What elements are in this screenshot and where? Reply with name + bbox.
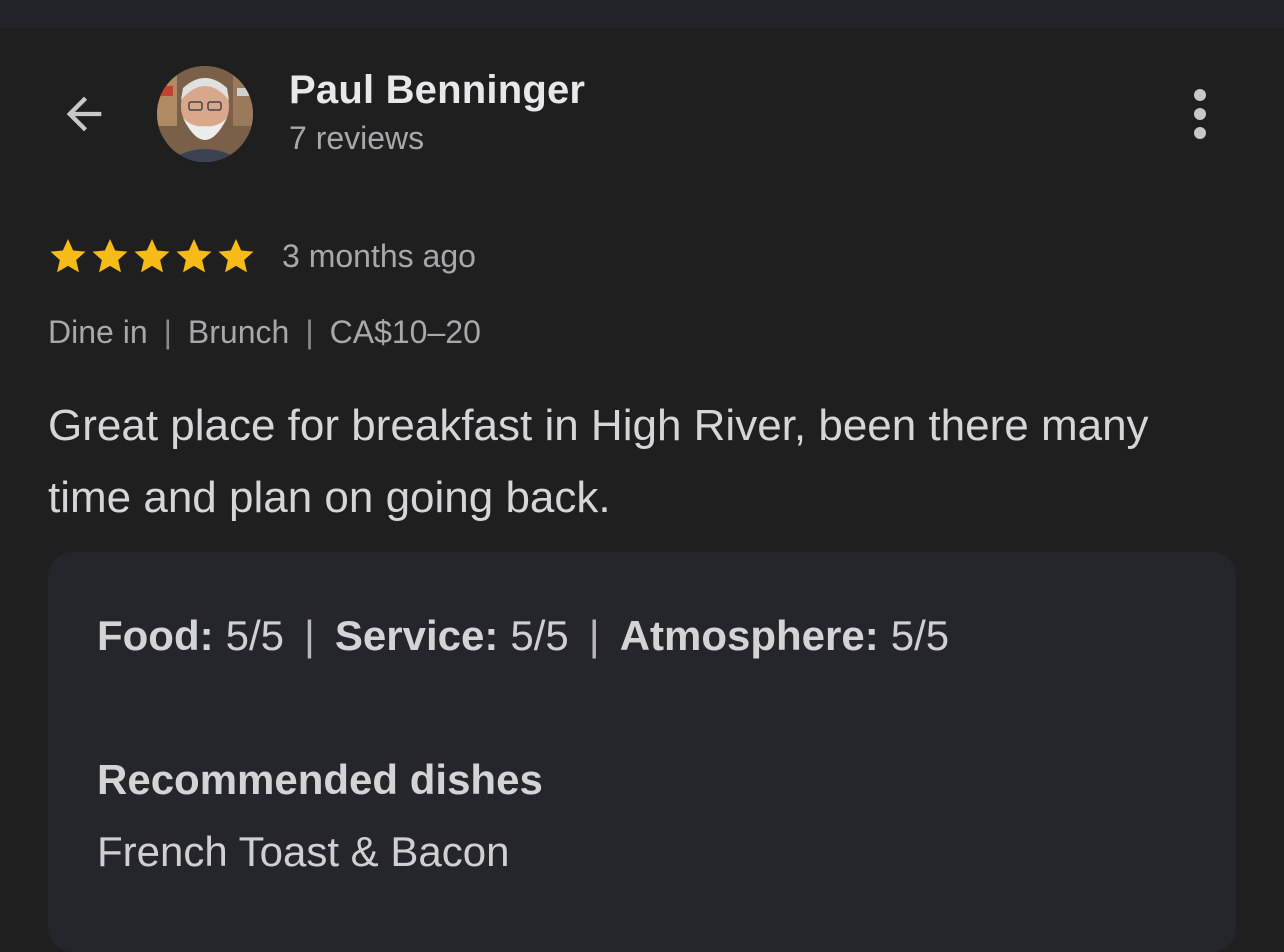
arrow-left-icon (66, 96, 102, 132)
review-details-card: Food: 5/5 | Service: 5/5 | Atmosphere: 5… (48, 552, 1236, 952)
avatar-photo (157, 66, 253, 162)
atmosphere-score: 5/5 (890, 612, 950, 659)
rating-row: 3 months ago (48, 232, 476, 280)
service-score: 5/5 (510, 612, 569, 659)
back-button[interactable] (52, 82, 116, 146)
review-time: 3 months ago (282, 237, 476, 274)
meta-separator: | (305, 314, 314, 350)
review-text: Great place for breakfast in High River,… (48, 401, 1149, 522)
meta-separator: | (163, 314, 172, 350)
more-vertical-icon (1194, 89, 1206, 101)
food-label: Food: (97, 612, 214, 659)
review-header: Paul Benninger 7 reviews (0, 28, 1284, 208)
food-score: 5/5 (225, 612, 284, 659)
more-vertical-icon-dot (1194, 127, 1206, 139)
star-icon (176, 239, 212, 273)
review-count: 7 reviews (289, 120, 425, 156)
star-rating (48, 236, 256, 276)
atmosphere-label: Atmosphere: (619, 612, 879, 659)
aspect-scores: Food: 5/5 | Service: 5/5 | Atmosphere: 5… (97, 612, 949, 660)
star-icon (134, 239, 170, 273)
score-separator: | (304, 612, 315, 659)
author-name[interactable]: Paul Benninger (289, 68, 585, 113)
score-separator: | (588, 612, 600, 659)
price-range: CA$10–20 (329, 314, 481, 350)
review-meta: Dine in | Brunch | CA$10–20 (48, 314, 481, 351)
star-icon (218, 239, 254, 273)
star-icon (92, 239, 128, 273)
recommended-dishes-title: Recommended dishes (97, 756, 543, 803)
service-type: Dine in (48, 314, 148, 350)
more-options-button[interactable] (1170, 82, 1230, 146)
more-vertical-icon-dot (1194, 108, 1206, 120)
meal-type: Brunch (187, 314, 290, 350)
service-label: Service: (334, 612, 499, 659)
status-bar-strip (0, 0, 1284, 28)
avatar[interactable] (157, 66, 253, 162)
star-icon (50, 239, 86, 273)
recommended-dishes-value: French Toast & Bacon (97, 828, 510, 875)
